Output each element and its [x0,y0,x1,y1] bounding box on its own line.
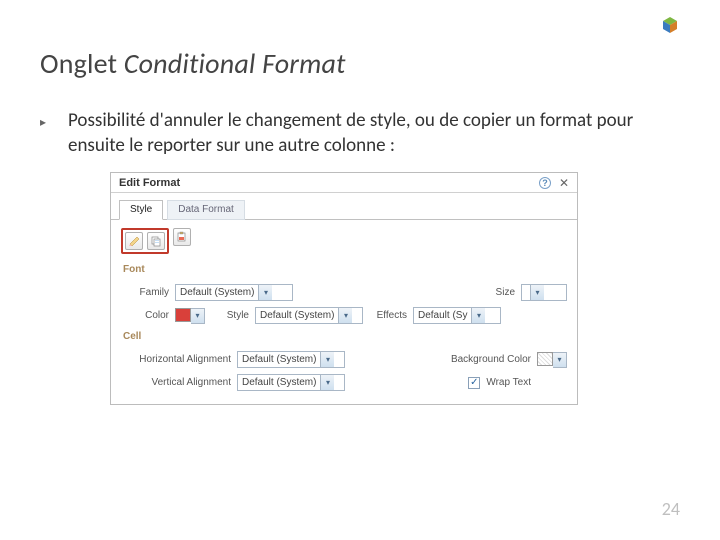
family-select[interactable]: Default (System) ▾ [175,284,293,301]
bullet-marker: ▸ [40,109,68,130]
copy-format-icon[interactable] [147,232,165,250]
toolbar [121,228,567,260]
page-number: 24 [662,498,680,520]
dialog-tabs: Style Data Format [111,193,577,220]
close-icon[interactable]: ✕ [557,177,571,189]
tab-data-format[interactable]: Data Format [167,200,245,220]
edit-format-dialog: Edit Format ? ✕ Style Data Format [110,172,578,405]
paste-format-icon[interactable] [173,228,191,246]
valign-select[interactable]: Default (System) ▾ [237,374,345,391]
font-effects-select[interactable]: Default (Sy ▾ [413,307,501,324]
chevron-down-icon: ▾ [191,308,205,324]
title-prefix: Onglet [40,46,124,81]
halign-label: Horizontal Alignment [135,354,231,365]
title-italic: Conditional Format [124,46,346,81]
bullet-text: Possibilité d'annuler le changement de s… [68,109,680,158]
help-icon[interactable]: ? [539,177,551,189]
color-swatch-none [537,352,553,366]
chevron-down-icon: ▾ [258,285,272,300]
toolbar-highlight [121,228,169,254]
valign-label: Vertical Alignment [135,377,231,388]
font-style-select[interactable]: Default (System) ▾ [255,307,363,324]
size-label: Size [489,287,515,298]
family-label: Family [135,287,169,298]
chevron-down-icon: ▾ [338,308,352,323]
cube-logo [660,15,680,35]
chevron-down-icon: ▾ [530,285,544,300]
size-select[interactable]: ▾ [521,284,567,301]
tab-style[interactable]: Style [119,200,163,220]
bgcolor-label: Background Color [441,354,531,365]
dialog-titlebar: Edit Format ? ✕ [111,173,577,193]
wrap-text-label: Wrap Text [486,377,531,388]
bullet-item: ▸ Possibilité d'annuler le changement de… [0,81,720,158]
clear-format-icon[interactable] [125,232,143,250]
chevron-down-icon: ▾ [320,375,334,390]
chevron-down-icon: ▾ [320,352,334,367]
slide-title: Onglet Conditional Format [0,0,720,81]
dialog-title: Edit Format [119,177,180,189]
wrap-text-checkbox[interactable]: ✓ [468,377,480,389]
cell-section-label: Cell [123,331,567,342]
color-swatch-red [175,308,191,322]
font-section-label: Font [123,264,567,275]
font-color-label: Color [135,310,169,321]
chevron-down-icon: ▾ [471,308,485,323]
bgcolor-picker[interactable]: ▾ [537,352,567,368]
halign-select[interactable]: Default (System) ▾ [237,351,345,368]
chevron-down-icon: ▾ [553,352,567,368]
font-color-picker[interactable]: ▾ [175,308,205,324]
font-effects-label: Effects [369,310,407,321]
font-style-label: Style [221,310,249,321]
